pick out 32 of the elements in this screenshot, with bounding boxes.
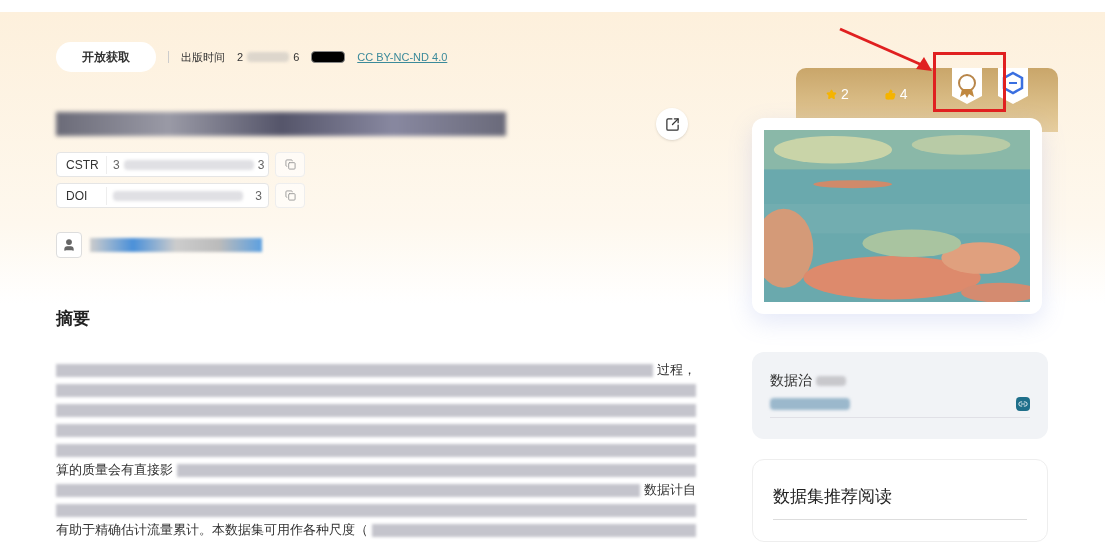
identifier-end: 3 [255, 187, 262, 205]
reading-title: 数据集推荐阅读 [773, 483, 1027, 521]
license-link[interactable]: CC BY-NC-ND 4.0 [357, 48, 448, 66]
publish-date-end: 6 [293, 49, 300, 65]
abstract-text: 有助于精确估计流量累计。本数据集可用作各种尺度（ [56, 521, 368, 540]
award-badge-icon [951, 68, 982, 104]
author-avatar [56, 232, 82, 258]
abstract-text: 数据计自 [644, 481, 696, 500]
identifier-start: 3 [113, 156, 120, 174]
publish-date-label: 出版时间 [181, 49, 225, 65]
copy-icon [284, 190, 296, 201]
abstract-text: 过程， [657, 361, 696, 380]
identifier-field: CSTR 3 3 [56, 152, 269, 177]
star-count: 2 [841, 85, 849, 104]
share-button[interactable] [656, 108, 688, 140]
star-icon [826, 89, 837, 100]
governance-title: 数据治 [770, 371, 812, 391]
blurred-text [247, 52, 290, 62]
share-icon [664, 116, 680, 132]
copy-icon [284, 159, 296, 170]
identifier-end: 3 [257, 156, 265, 174]
thumbs-up-icon [884, 89, 896, 100]
blurred-text [816, 375, 846, 386]
license-icon [311, 51, 346, 63]
open-access-badge: 开放获取 [56, 42, 156, 72]
like-count: 4 [899, 85, 908, 104]
identifier-field: DOI 3 [56, 183, 269, 208]
abstract-text: 算的质量会有直接影 [56, 461, 173, 480]
hexagon-badge-icon [997, 68, 1028, 104]
abstract-heading: 摘要 [56, 308, 91, 330]
publish-date-start: 2 [237, 49, 244, 65]
link-icon[interactable] [1016, 397, 1030, 412]
